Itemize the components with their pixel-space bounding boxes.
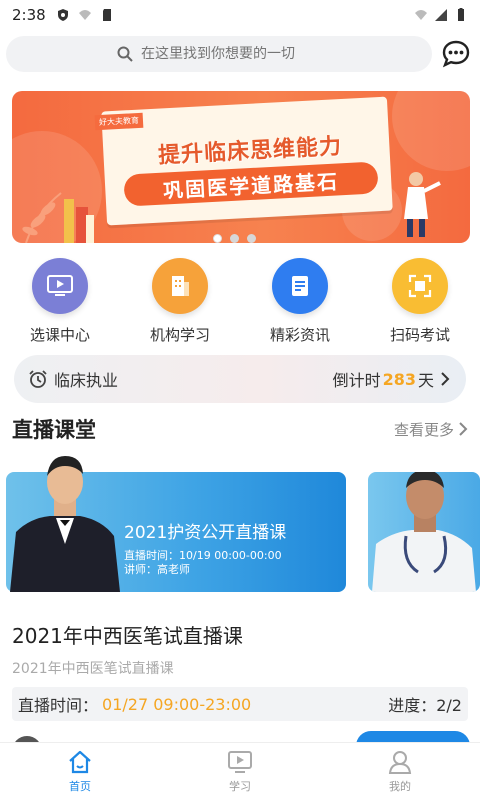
countdown: 倒计时 283 天 [333, 367, 452, 391]
menu-label: 选课中心 [29, 326, 90, 344]
search-input[interactable] [141, 46, 321, 62]
nav-label: 首页 [69, 780, 91, 793]
menu-label: 精彩资讯 [269, 326, 330, 344]
news-icon [272, 258, 328, 314]
live-card-teacher: 讲师：高老师 [124, 563, 190, 576]
teacher-photo [372, 472, 476, 592]
nav-label: 我的 [389, 780, 411, 793]
signal-icon [435, 9, 447, 21]
status-bar: 2:38 [0, 0, 480, 30]
scan-icon [392, 258, 448, 314]
search-icon [117, 46, 133, 62]
status-time: 2:38 [12, 6, 46, 24]
live-section-header: 直播课堂 查看更多 [12, 414, 468, 444]
menu-item-news[interactable]: 精彩资讯 [250, 258, 350, 345]
wifi-icon [415, 10, 427, 20]
menu-label: 机构学习 [149, 326, 210, 344]
message-button[interactable] [440, 38, 472, 70]
view-more-link[interactable]: 查看更多 [394, 419, 468, 440]
battery-icon [458, 8, 464, 21]
wifi-question-icon [78, 10, 91, 20]
quick-menu: 选课中心 机构学习 精彩资讯 扫码考试 [0, 258, 480, 345]
menu-label: 扫码考试 [389, 326, 450, 344]
doctor-illustration [404, 172, 441, 237]
search-bar[interactable] [6, 36, 432, 72]
live-course-card[interactable]: 2021护资公开直播课 直播时间：10/19 00:00-00:00 讲师：高老… [6, 456, 346, 592]
section-title: 直播课堂 [12, 418, 96, 442]
chat-bubble-icon [442, 40, 470, 68]
nav-label: 学习 [229, 780, 251, 793]
nav-item-mine[interactable]: 我的 [320, 743, 480, 800]
course-info-bar: 直播时间： 01/27 09:00-23:00 进度：2/2 [12, 687, 468, 721]
menu-item-scan-exam[interactable]: 扫码考试 [370, 258, 470, 345]
live-card-title: 2021护资公开直播课 [124, 523, 287, 543]
pagination-dot[interactable] [247, 234, 256, 243]
course-time-label: 直播时间： [18, 696, 99, 715]
countdown-days: 283 [382, 369, 416, 389]
promo-banner[interactable]: 好大夫教育 提升临床思维能力 巩固医学道路基石 [12, 91, 470, 243]
nav-item-study[interactable]: 学习 [160, 743, 320, 800]
pagination-dot[interactable] [230, 234, 239, 243]
shield-icon [57, 9, 68, 21]
building-icon [152, 258, 208, 314]
pagination-dot[interactable] [213, 234, 222, 243]
play-screen-icon [32, 258, 88, 314]
chevron-right-icon [441, 372, 450, 386]
course-time-value: 01/27 09:00-23:00 [102, 694, 252, 714]
bottom-nav: 首页 学习 我的 [0, 742, 480, 800]
banner-tag: 好大夫教育 [94, 112, 144, 131]
course-title[interactable]: 2021年中西医笔试直播课 [12, 620, 243, 649]
nav-item-home[interactable]: 首页 [0, 743, 160, 800]
course-subtitle: 2021年中西医笔试直播课 [12, 661, 174, 677]
exam-name: 临床执业 [54, 371, 119, 390]
exam-countdown-bar[interactable]: 临床执业 倒计时 283 天 [14, 355, 466, 403]
chevron-right-icon [459, 422, 468, 436]
countdown-prefix: 倒计时 [332, 371, 381, 390]
countdown-suffix: 天 [417, 371, 434, 390]
course-progress: 进度：2/2 [388, 696, 462, 715]
live-course-card[interactable] [368, 472, 480, 592]
user-icon [388, 751, 412, 774]
play-screen-icon [228, 751, 252, 773]
books-icon [64, 199, 94, 243]
teacher-photo [10, 456, 120, 592]
home-icon [69, 750, 91, 774]
banner-pagination [213, 234, 256, 243]
alarm-clock-icon [29, 370, 47, 388]
menu-item-course-center[interactable]: 选课中心 [10, 258, 110, 345]
view-more-label: 查看更多 [393, 420, 454, 439]
sd-card-icon [102, 9, 111, 21]
menu-item-institution[interactable]: 机构学习 [130, 258, 230, 345]
